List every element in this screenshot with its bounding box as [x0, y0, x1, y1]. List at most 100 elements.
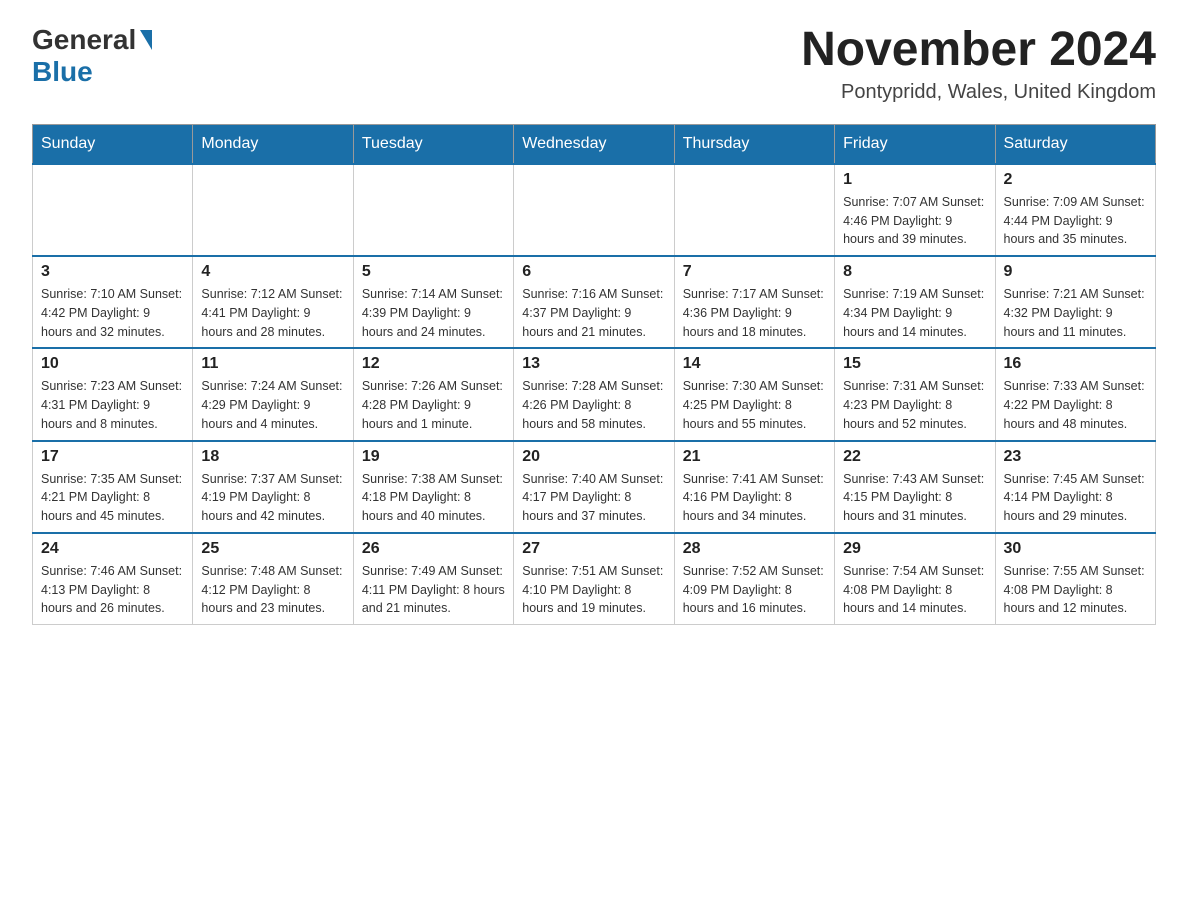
- logo-text-blue: Blue: [32, 56, 93, 88]
- calendar-cell: 28 Sunrise: 7:52 AM Sunset: 4:09 PM Dayli…: [674, 533, 834, 625]
- day-info: Sunrise: 7:35 AM Sunset: 4:21 PM Dayligh…: [41, 470, 184, 526]
- day-info: Sunrise: 7:07 AM Sunset: 4:46 PM Dayligh…: [843, 193, 986, 249]
- day-info: Sunrise: 7:28 AM Sunset: 4:26 PM Dayligh…: [522, 377, 665, 433]
- day-info: Sunrise: 7:38 AM Sunset: 4:18 PM Dayligh…: [362, 470, 505, 526]
- day-info: Sunrise: 7:09 AM Sunset: 4:44 PM Dayligh…: [1004, 193, 1147, 249]
- day-info: Sunrise: 7:17 AM Sunset: 4:36 PM Dayligh…: [683, 285, 826, 341]
- day-number: 23: [1004, 448, 1147, 466]
- day-info: Sunrise: 7:41 AM Sunset: 4:16 PM Dayligh…: [683, 470, 826, 526]
- calendar-table: SundayMondayTuesdayWednesdayThursdayFrid…: [32, 124, 1156, 625]
- location-title: Pontypridd, Wales, United Kingdom: [801, 81, 1156, 104]
- calendar-cell: [674, 164, 834, 256]
- calendar-cell: 17 Sunrise: 7:35 AM Sunset: 4:21 PM Dayli…: [33, 441, 193, 533]
- day-number: 27: [522, 540, 665, 558]
- calendar-cell: 13 Sunrise: 7:28 AM Sunset: 4:26 PM Dayli…: [514, 348, 674, 440]
- calendar-cell: 24Sunrise: 7:46 AM Sunset: 4:13 PM Dayli…: [33, 533, 193, 625]
- day-number: 11: [201, 355, 344, 373]
- day-info: Sunrise: 7:51 AM Sunset: 4:10 PM Dayligh…: [522, 562, 665, 618]
- calendar-cell: 11 Sunrise: 7:24 AM Sunset: 4:29 PM Dayli…: [193, 348, 353, 440]
- calendar-week-4: 17 Sunrise: 7:35 AM Sunset: 4:21 PM Dayli…: [33, 441, 1156, 533]
- calendar-cell: 27 Sunrise: 7:51 AM Sunset: 4:10 PM Dayli…: [514, 533, 674, 625]
- month-title: November 2024: [801, 24, 1156, 77]
- calendar-week-2: 3 Sunrise: 7:10 AM Sunset: 4:42 PM Daylig…: [33, 256, 1156, 348]
- day-info: Sunrise: 7:31 AM Sunset: 4:23 PM Dayligh…: [843, 377, 986, 433]
- calendar-cell: 25Sunrise: 7:48 AM Sunset: 4:12 PM Dayli…: [193, 533, 353, 625]
- day-number: 6: [522, 263, 665, 281]
- calendar-header-wednesday: Wednesday: [514, 124, 674, 164]
- day-info: Sunrise: 7:55 AM Sunset: 4:08 PM Dayligh…: [1004, 562, 1147, 618]
- calendar-cell: 22 Sunrise: 7:43 AM Sunset: 4:15 PM Dayli…: [835, 441, 995, 533]
- calendar-cell: [514, 164, 674, 256]
- day-info: Sunrise: 7:14 AM Sunset: 4:39 PM Dayligh…: [362, 285, 505, 341]
- day-number: 28: [683, 540, 826, 558]
- calendar-cell: 9Sunrise: 7:21 AM Sunset: 4:32 PM Daylig…: [995, 256, 1155, 348]
- day-info: Sunrise: 7:52 AM Sunset: 4:09 PM Dayligh…: [683, 562, 826, 618]
- calendar-cell: 1Sunrise: 7:07 AM Sunset: 4:46 PM Daylig…: [835, 164, 995, 256]
- day-number: 20: [522, 448, 665, 466]
- day-number: 15: [843, 355, 986, 373]
- day-info: Sunrise: 7:16 AM Sunset: 4:37 PM Dayligh…: [522, 285, 665, 341]
- calendar-cell: 2 Sunrise: 7:09 AM Sunset: 4:44 PM Daylig…: [995, 164, 1155, 256]
- logo-arrow-icon: [140, 30, 152, 50]
- day-info: Sunrise: 7:19 AM Sunset: 4:34 PM Dayligh…: [843, 285, 986, 341]
- calendar-week-5: 24Sunrise: 7:46 AM Sunset: 4:13 PM Dayli…: [33, 533, 1156, 625]
- day-number: 17: [41, 448, 184, 466]
- calendar-cell: 5 Sunrise: 7:14 AM Sunset: 4:39 PM Daylig…: [353, 256, 513, 348]
- day-number: 5: [362, 263, 505, 281]
- calendar-header-friday: Friday: [835, 124, 995, 164]
- calendar-week-1: 1Sunrise: 7:07 AM Sunset: 4:46 PM Daylig…: [33, 164, 1156, 256]
- calendar-cell: 16Sunrise: 7:33 AM Sunset: 4:22 PM Dayli…: [995, 348, 1155, 440]
- calendar-cell: 19 Sunrise: 7:38 AM Sunset: 4:18 PM Dayli…: [353, 441, 513, 533]
- day-info: Sunrise: 7:30 AM Sunset: 4:25 PM Dayligh…: [683, 377, 826, 433]
- day-number: 8: [843, 263, 986, 281]
- day-info: Sunrise: 7:43 AM Sunset: 4:15 PM Dayligh…: [843, 470, 986, 526]
- day-info: Sunrise: 7:24 AM Sunset: 4:29 PM Dayligh…: [201, 377, 344, 433]
- calendar-cell: [33, 164, 193, 256]
- day-info: Sunrise: 7:10 AM Sunset: 4:42 PM Dayligh…: [41, 285, 184, 341]
- day-number: 13: [522, 355, 665, 373]
- day-info: Sunrise: 7:26 AM Sunset: 4:28 PM Dayligh…: [362, 377, 505, 433]
- day-number: 12: [362, 355, 505, 373]
- calendar-header-sunday: Sunday: [33, 124, 193, 164]
- calendar-cell: 12 Sunrise: 7:26 AM Sunset: 4:28 PM Dayli…: [353, 348, 513, 440]
- day-info: Sunrise: 7:12 AM Sunset: 4:41 PM Dayligh…: [201, 285, 344, 341]
- calendar-cell: 10 Sunrise: 7:23 AM Sunset: 4:31 PM Dayli…: [33, 348, 193, 440]
- calendar-header-row: SundayMondayTuesdayWednesdayThursdayFrid…: [33, 124, 1156, 164]
- day-number: 24: [41, 540, 184, 558]
- page-header: General Blue November 2024 Pontypridd, W…: [32, 24, 1156, 104]
- title-block: November 2024 Pontypridd, Wales, United …: [801, 24, 1156, 104]
- logo-text-general: General: [32, 24, 136, 56]
- calendar-cell: [193, 164, 353, 256]
- logo: General Blue: [32, 24, 154, 88]
- day-number: 30: [1004, 540, 1147, 558]
- calendar-cell: 30 Sunrise: 7:55 AM Sunset: 4:08 PM Dayli…: [995, 533, 1155, 625]
- day-number: 14: [683, 355, 826, 373]
- day-number: 29: [843, 540, 986, 558]
- calendar-header-tuesday: Tuesday: [353, 124, 513, 164]
- day-info: Sunrise: 7:49 AM Sunset: 4:11 PM Dayligh…: [362, 562, 505, 618]
- day-number: 4: [201, 263, 344, 281]
- day-number: 22: [843, 448, 986, 466]
- day-number: 21: [683, 448, 826, 466]
- calendar-cell: 18Sunrise: 7:37 AM Sunset: 4:19 PM Dayli…: [193, 441, 353, 533]
- calendar-cell: 20Sunrise: 7:40 AM Sunset: 4:17 PM Dayli…: [514, 441, 674, 533]
- day-number: 19: [362, 448, 505, 466]
- calendar-header-thursday: Thursday: [674, 124, 834, 164]
- calendar-cell: [353, 164, 513, 256]
- calendar-cell: 6 Sunrise: 7:16 AM Sunset: 4:37 PM Daylig…: [514, 256, 674, 348]
- calendar-cell: 23Sunrise: 7:45 AM Sunset: 4:14 PM Dayli…: [995, 441, 1155, 533]
- calendar-cell: 14 Sunrise: 7:30 AM Sunset: 4:25 PM Dayli…: [674, 348, 834, 440]
- day-number: 2: [1004, 171, 1147, 189]
- day-number: 3: [41, 263, 184, 281]
- calendar-week-3: 10 Sunrise: 7:23 AM Sunset: 4:31 PM Dayli…: [33, 348, 1156, 440]
- day-info: Sunrise: 7:33 AM Sunset: 4:22 PM Dayligh…: [1004, 377, 1147, 433]
- day-info: Sunrise: 7:23 AM Sunset: 4:31 PM Dayligh…: [41, 377, 184, 433]
- calendar-cell: 7Sunrise: 7:17 AM Sunset: 4:36 PM Daylig…: [674, 256, 834, 348]
- logo-general: General: [32, 24, 154, 56]
- day-number: 25: [201, 540, 344, 558]
- day-number: 18: [201, 448, 344, 466]
- day-info: Sunrise: 7:21 AM Sunset: 4:32 PM Dayligh…: [1004, 285, 1147, 341]
- day-number: 26: [362, 540, 505, 558]
- day-info: Sunrise: 7:54 AM Sunset: 4:08 PM Dayligh…: [843, 562, 986, 618]
- day-number: 10: [41, 355, 184, 373]
